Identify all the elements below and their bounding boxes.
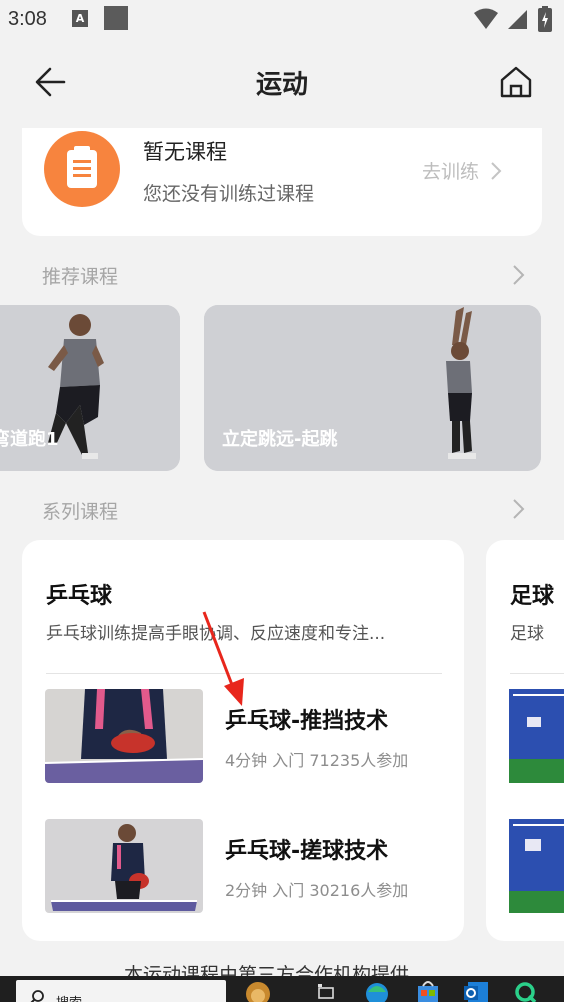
course-meta: 2分钟 入门 30216人参加	[225, 881, 409, 900]
course-badge	[44, 131, 120, 207]
series-heading: 系列课程	[42, 501, 119, 523]
annotation-arrow-icon	[202, 611, 244, 706]
lion-icon	[246, 982, 270, 1002]
edge-browser-icon[interactable]	[364, 978, 390, 1002]
table-tennis-photo	[45, 689, 203, 783]
recommended-heading: 推荐课程	[42, 266, 119, 288]
wifi-icon	[474, 8, 498, 29]
q-app-icon[interactable]	[512, 978, 538, 1002]
page-title: 运动	[255, 70, 308, 100]
series-title: 足球	[510, 584, 555, 609]
search-icon	[30, 990, 44, 1002]
series-more-chevron-icon[interactable]	[509, 497, 529, 521]
empty-course-subtitle: 您还没有训练过课程	[143, 183, 315, 205]
recommended-course-card[interactable]: 弯道跑1	[0, 305, 180, 471]
taskbar: 搜索	[0, 976, 564, 1002]
notification-square-icon	[104, 6, 128, 30]
chevron-right-icon	[491, 161, 502, 180]
system-icons	[474, 6, 552, 32]
go-train-label: 去训练	[422, 161, 480, 183]
store-icon[interactable]	[416, 978, 440, 1002]
task-view-icon[interactable]	[316, 980, 338, 1002]
divider	[510, 673, 564, 674]
recent-course-card: 暂无课程 您还没有训练过课程 去训练	[22, 128, 542, 236]
signal-icon	[508, 10, 527, 29]
top-bar: 运动	[0, 50, 564, 112]
clipboard-icon	[67, 146, 97, 188]
recommended-course-card[interactable]: 立定跳远-起跳	[204, 305, 541, 471]
course-meta: 4分钟 入门 71235人参加	[225, 751, 409, 770]
course-thumbnail	[45, 819, 203, 913]
taskbar-search-box[interactable]: 搜索	[16, 980, 270, 1002]
recommended-course-label: 立定跳远-起跳	[222, 429, 338, 450]
status-time: 3:08	[8, 8, 47, 30]
course-item[interactable]: 乒乓球-搓球技术 2分钟 入门 30216人参加	[45, 819, 445, 913]
series-description: 足球	[510, 624, 544, 644]
home-icon	[500, 66, 532, 98]
table-tennis-photo	[45, 819, 203, 913]
series-card[interactable]: 足球 足球	[486, 540, 564, 941]
series-card[interactable]: 乒乓球 乒乓球训练提高手眼协调、反应速度和专注... 乒乓球-推挡技术 4分钟 …	[22, 540, 464, 941]
notification-a-icon: A	[72, 10, 88, 27]
home-button[interactable]	[494, 60, 538, 104]
empty-course-title: 暂无课程	[143, 140, 227, 164]
course-thumbnail	[45, 689, 203, 783]
football-photo	[509, 689, 564, 783]
outlook-icon[interactable]	[464, 978, 490, 1002]
recommended-course-label: 弯道跑1	[0, 429, 59, 450]
series-title: 乒乓球	[46, 584, 113, 609]
status-bar: 3:08 A	[0, 0, 564, 40]
go-train-link[interactable]: 去训练	[422, 157, 503, 184]
recommended-more-chevron-icon[interactable]	[509, 263, 529, 287]
battery-icon	[538, 6, 552, 32]
taskbar-search-label: 搜索	[56, 992, 82, 1002]
football-photo	[509, 819, 564, 913]
course-title: 乒乓球-搓球技术	[225, 839, 389, 864]
